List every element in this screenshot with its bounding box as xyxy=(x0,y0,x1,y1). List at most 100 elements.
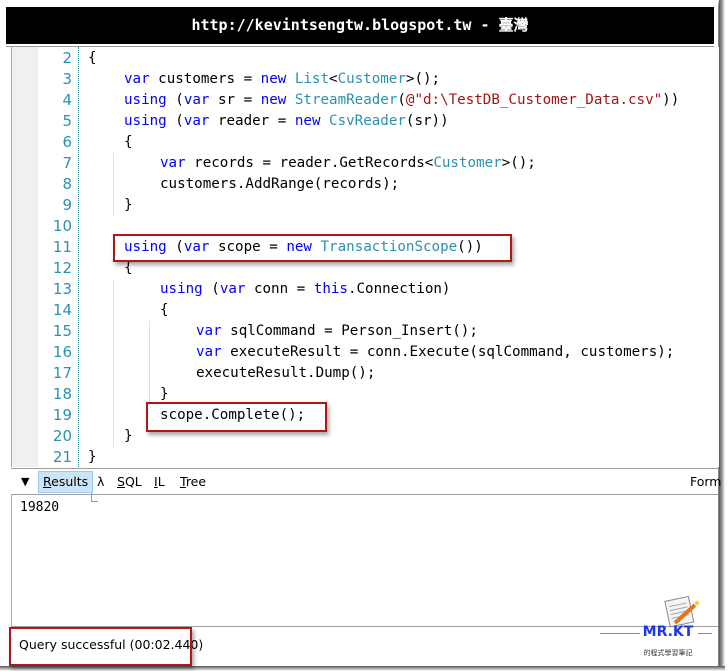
line-number: 18 xyxy=(52,385,72,403)
line-number: 8 xyxy=(62,175,72,193)
code-line: { xyxy=(88,48,97,69)
code-token: { xyxy=(124,260,133,276)
collapse-results-icon[interactable]: ▼ xyxy=(21,471,29,493)
code-line: var records = reader.GetRecords<Customer… xyxy=(160,153,536,174)
line-number: 16 xyxy=(52,343,72,361)
code-token: customers.AddRange(records); xyxy=(160,176,400,192)
code-line: using (var sr = new StreamReader(@"d:\Te… xyxy=(124,90,679,111)
code-line: } xyxy=(88,447,97,468)
tab-sql[interactable]: SQL xyxy=(117,471,142,493)
code-token: sr = xyxy=(209,92,261,108)
keyword-token: new xyxy=(260,71,287,87)
highlight-box-transaction-scope xyxy=(113,234,512,262)
blog-url-banner: http://kevintsengtw.blogspot.tw - 臺灣 xyxy=(6,7,714,44)
editor-results-divider xyxy=(11,468,718,469)
code-token: } xyxy=(124,428,133,444)
code-line: } xyxy=(124,426,133,447)
line-number: 6 xyxy=(62,133,72,151)
line-number: 12 xyxy=(52,259,72,277)
code-token: )) xyxy=(662,92,680,108)
code-line: customers.AddRange(records); xyxy=(160,174,399,195)
code-token: { xyxy=(160,302,169,318)
code-token: >(); xyxy=(501,155,536,171)
keyword-token: var xyxy=(196,323,222,339)
keyword-token: var xyxy=(124,71,150,87)
tab-lambda[interactable]: λ xyxy=(97,471,104,493)
logo-line-right xyxy=(698,633,712,634)
code-line: } xyxy=(124,195,133,216)
code-token: ( xyxy=(202,281,220,297)
code-line: using (var reader = new CsvReader(sr)) xyxy=(124,111,449,132)
highlight-box-status xyxy=(9,627,192,666)
code-token: executeResult.Dump(); xyxy=(196,365,376,381)
type-token: CsvReader xyxy=(329,113,406,129)
keyword-token: var xyxy=(183,113,210,129)
line-number: 2 xyxy=(62,49,72,67)
line-number: 15 xyxy=(52,322,72,340)
code-line: { xyxy=(160,300,169,321)
line-number: 11 xyxy=(52,238,72,256)
keyword-token: this xyxy=(313,281,348,297)
line-number: 5 xyxy=(62,112,72,130)
line-numbers: 2 3 4 5 6 7 8 9 10 11 12 13 14 15 16 17 18 19 20 21 xyxy=(38,47,79,467)
code-token: } xyxy=(160,386,169,402)
tab-results[interactable]: Results xyxy=(38,471,94,493)
code-token: customers = xyxy=(149,71,261,87)
code-token: ( xyxy=(166,92,184,108)
line-number: 9 xyxy=(62,196,72,214)
code-token: ( xyxy=(166,113,184,129)
code-line: var executeResult = conn.Execute(sqlComm… xyxy=(196,342,674,363)
logo-line-left xyxy=(600,633,640,634)
keyword-token: using xyxy=(124,92,167,108)
editor-gutter xyxy=(12,47,38,467)
keyword-token: using xyxy=(160,281,203,297)
results-output-panel: 19820 xyxy=(11,494,719,626)
keyword-token: var xyxy=(183,92,210,108)
keyword-token: new xyxy=(294,113,321,129)
code-token: executeResult = conn.Execute(sqlCommand,… xyxy=(221,344,675,360)
string-token: @"d:\TestDB_Customer_Data.csv" xyxy=(405,92,663,108)
tab-il[interactable]: IL xyxy=(154,471,165,493)
watermark-subtitle: 的程式學習筆記 xyxy=(643,649,693,657)
code-line: { xyxy=(124,132,133,153)
indent-guide xyxy=(113,279,114,447)
results-toolbar: ▼ Results λ SQL IL Tree Form xyxy=(11,471,722,493)
code-token: } xyxy=(124,197,133,213)
code-line: using (var conn = this.Connection) xyxy=(160,279,450,300)
watermark-title: MR.KT xyxy=(642,624,694,640)
code-token: >(); xyxy=(405,71,441,87)
indent-guide xyxy=(113,153,114,216)
line-number: 21 xyxy=(52,448,72,466)
keyword-token: new xyxy=(260,92,287,108)
line-number: 4 xyxy=(62,91,72,109)
keyword-token: var xyxy=(219,281,246,297)
code-token: { xyxy=(124,134,133,150)
keyword-token: var xyxy=(196,344,222,360)
code-token: } xyxy=(88,449,97,465)
type-token: List xyxy=(294,71,330,87)
line-number: 14 xyxy=(52,301,72,319)
keyword-token: var xyxy=(160,155,186,171)
line-number: 7 xyxy=(62,154,72,172)
format-menu[interactable]: Form xyxy=(690,471,722,493)
code-token: { xyxy=(88,50,97,66)
indent-guide xyxy=(149,321,150,405)
tab-tree[interactable]: Tree xyxy=(180,471,206,493)
line-number: 19 xyxy=(52,406,72,424)
code-token: < xyxy=(329,71,338,87)
code-token: reader = xyxy=(209,113,295,129)
line-number: 3 xyxy=(62,70,72,88)
code-token: (sr)) xyxy=(405,113,449,129)
code-token: ( xyxy=(397,92,406,108)
keyword-token: using xyxy=(124,113,167,129)
code-token: records = reader.GetRecords< xyxy=(185,155,434,171)
code-token: sqlCommand = Person_Insert(); xyxy=(221,323,478,339)
line-number: 13 xyxy=(52,280,72,298)
code-line: var customers = new List<Customer>(); xyxy=(124,69,440,90)
code-line: executeResult.Dump(); xyxy=(196,363,375,384)
line-number: 10 xyxy=(52,217,72,235)
code-token: .Connection) xyxy=(347,281,451,297)
type-token: Customer xyxy=(337,71,406,87)
line-number: 17 xyxy=(52,364,72,382)
